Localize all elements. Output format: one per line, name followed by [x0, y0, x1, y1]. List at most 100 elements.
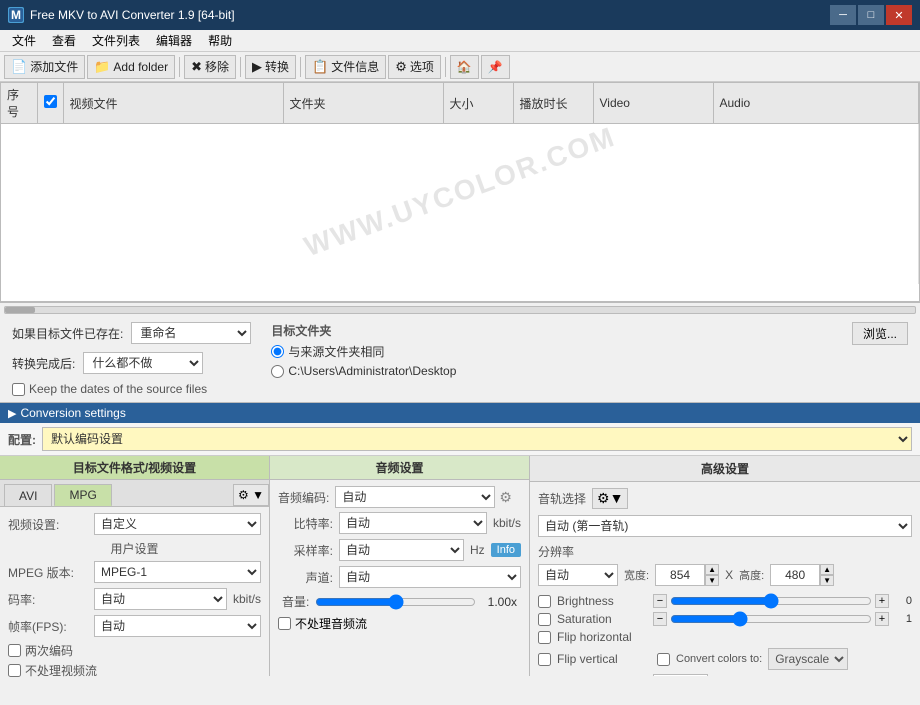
audio-channel-select[interactable]: 自动 [339, 566, 521, 588]
volume-slider[interactable] [315, 595, 476, 609]
tab-mpg[interactable]: MPG [54, 484, 111, 506]
select-all-checkbox[interactable] [44, 95, 57, 108]
scrollbar-thumb[interactable] [5, 307, 35, 313]
res-x-separator: X [725, 568, 733, 582]
toolbar: 📄 添加文件 📁 Add folder ✖ 移除 ▶ 转换 📋 文件信息 ⚙ 选… [0, 52, 920, 82]
audio-bitrate-select[interactable]: 自动 [339, 512, 487, 534]
minimize-button[interactable]: ─ [830, 5, 856, 25]
audio-sample-select[interactable]: 自动 [339, 539, 464, 561]
res-width-label: 宽度: [624, 567, 649, 583]
convert-icon: ▶ [252, 59, 262, 75]
close-button[interactable]: ✕ [886, 5, 912, 25]
codec-select[interactable]: 自动 [335, 486, 495, 508]
res-select[interactable]: 自动 [538, 564, 618, 586]
track-gear-button[interactable]: ⚙▼ [592, 488, 628, 509]
brightness-label: Brightness [557, 594, 647, 608]
format-gear-button[interactable]: ⚙ ▼ [233, 484, 269, 506]
left-settings: 视频设置: 自定义 用户设置 MPEG 版本: MPEG-1 码率: 自动 kb… [0, 507, 269, 685]
saturation-checkbox[interactable] [538, 613, 551, 626]
pin-button[interactable]: 📌 [481, 55, 510, 79]
browse-button[interactable]: 浏览... [852, 322, 908, 345]
res-height-input[interactable]: 480 [770, 564, 820, 586]
conv-header-icon: ▶ [8, 407, 16, 420]
bitrate-select[interactable]: 自动 [94, 588, 227, 610]
after-convert-label: 转换完成后: [12, 355, 75, 372]
home-button[interactable]: 🏠 [450, 55, 479, 79]
options-button[interactable]: ⚙ 选项 [388, 55, 441, 79]
res-width-down[interactable]: ▼ [705, 575, 719, 586]
mpeg-select[interactable]: MPEG-1 [94, 561, 261, 583]
flip-h-checkbox[interactable] [538, 631, 551, 644]
res-height-down[interactable]: ▼ [820, 575, 834, 586]
remove-button[interactable]: ✖ 移除 [184, 55, 236, 79]
res-height-up[interactable]: ▲ [820, 564, 834, 575]
tab-avi[interactable]: AVI [4, 484, 52, 506]
toolbar-separator-1 [179, 57, 180, 77]
saturation-plus[interactable]: + [875, 612, 889, 626]
saturation-row: Saturation − + 1 [538, 612, 912, 626]
toolbar-separator-2 [240, 57, 241, 77]
audio-bitrate-unit: kbit/s [493, 516, 521, 530]
flip-v-checkbox[interactable] [538, 653, 551, 666]
fps-select[interactable]: 自动 [94, 615, 261, 637]
no-video-checkbox[interactable] [8, 664, 21, 677]
brightness-slider[interactable] [670, 594, 872, 608]
convert-button[interactable]: ▶ 转换 [245, 55, 296, 79]
brightness-minus[interactable]: − [653, 594, 667, 608]
audio-channel-row: 声道: 自动 [278, 566, 521, 588]
dest-path-radio[interactable] [271, 365, 284, 378]
keep-dates-checkbox[interactable] [12, 383, 25, 396]
pin-icon: 📌 [488, 60, 503, 74]
maximize-button[interactable]: □ [858, 5, 884, 25]
fps-label: 帧率(FPS): [8, 618, 88, 635]
saturation-minus[interactable]: − [653, 612, 667, 626]
config-select[interactable]: 默认编码设置 [42, 427, 912, 451]
if-exists-label: 如果目标文件已存在: [12, 325, 123, 342]
mpeg-row: MPEG 版本: MPEG-1 [8, 561, 261, 583]
menu-editor[interactable]: 编辑器 [148, 30, 200, 51]
if-exists-select[interactable]: 重命名 [131, 322, 251, 344]
after-convert-row: 转换完成后: 什么都不做 [12, 352, 251, 374]
convert-colors-select[interactable]: Grayscale [768, 648, 848, 670]
add-folder-button[interactable]: 📁 Add folder [87, 55, 175, 79]
saturation-value: 1 [892, 613, 912, 625]
menu-filelist[interactable]: 文件列表 [84, 30, 148, 51]
res-height-label: 高度: [739, 567, 764, 583]
rotation-select[interactable]: 180 90 270 [653, 674, 708, 676]
menu-view[interactable]: 查看 [44, 30, 84, 51]
audio-gear-icon[interactable]: ⚙ [499, 489, 512, 506]
config-row: 配置: 默认编码设置 [0, 423, 920, 456]
adv-header: 高级设置 [530, 456, 920, 482]
horizontal-scrollbar[interactable] [0, 302, 920, 316]
video-setting-label: 视频设置: [8, 516, 88, 533]
convert-colors-checkbox[interactable] [657, 653, 670, 666]
video-setting-select[interactable]: 自定义 [94, 513, 261, 535]
svg-text:M: M [11, 8, 21, 22]
no-audio-row: 不处理音频流 [278, 615, 521, 632]
res-width-input[interactable]: 854 [655, 564, 705, 586]
scrollbar-track[interactable] [4, 306, 916, 314]
file-list-area: 序号 视频文件 文件夹 大小 播放时长 Video Audio WWW.UYCO… [0, 82, 920, 302]
info-button[interactable]: Info [491, 543, 521, 557]
saturation-slider[interactable] [670, 612, 872, 626]
add-file-button[interactable]: 📄 添加文件 [4, 55, 85, 79]
format-tabs: AVI MPG ⚙ ▼ [0, 480, 269, 507]
after-convert-select[interactable]: 什么都不做 [83, 352, 203, 374]
brightness-plus[interactable]: + [875, 594, 889, 608]
brightness-checkbox[interactable] [538, 595, 551, 608]
two-pass-checkbox[interactable] [8, 644, 21, 657]
menu-help[interactable]: 帮助 [200, 30, 240, 51]
add-file-icon: 📄 [11, 59, 27, 75]
file-info-button[interactable]: 📋 文件信息 [305, 55, 386, 79]
menu-bar: 文件 查看 文件列表 编辑器 帮助 [0, 30, 920, 52]
no-audio-label: 不处理音频流 [295, 615, 367, 632]
col-duration: 播放时长 [513, 83, 593, 124]
audio-codec-row: 音频编码: 自动 ⚙ [278, 486, 521, 508]
rotation-row: Rotation 180 90 270 [538, 674, 708, 676]
dest-same-source-radio[interactable] [271, 345, 284, 358]
track-select[interactable]: 自动 (第一音轨) [538, 515, 912, 537]
menu-file[interactable]: 文件 [4, 30, 44, 51]
dest-path-label: C:\Users\Administrator\Desktop [288, 364, 456, 378]
res-width-up[interactable]: ▲ [705, 564, 719, 575]
no-audio-checkbox[interactable] [278, 617, 291, 630]
